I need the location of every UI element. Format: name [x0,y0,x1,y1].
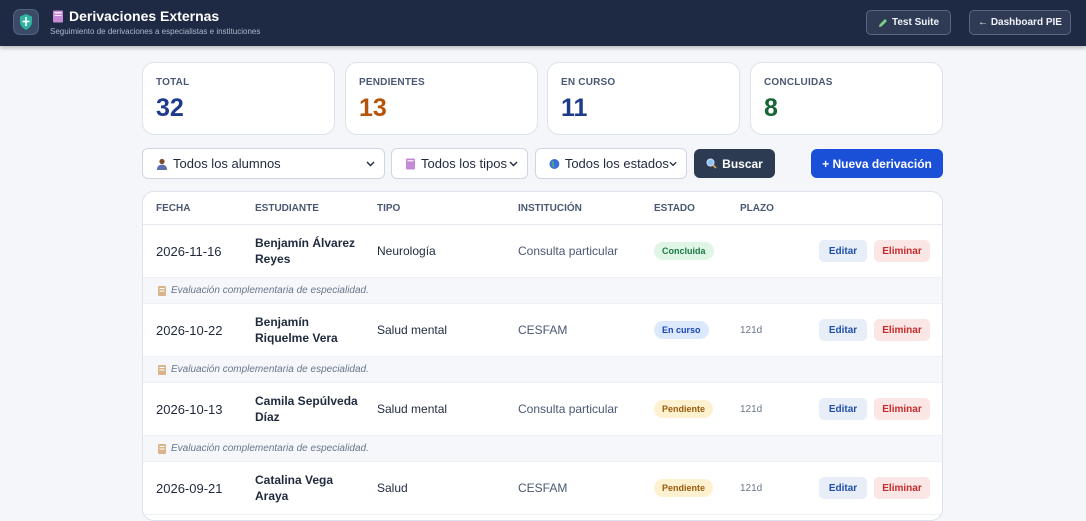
cell-fecha: 2026-10-22 [156,323,223,338]
row-note-text: Evaluación complementaria de especialida… [171,443,369,454]
clipboard-icon [158,365,166,375]
row-note: Evaluación complementaria de especialida… [143,278,942,304]
clipboard-icon [158,286,166,296]
clipboard-icon [158,444,166,454]
header-estudiante: ESTUDIANTE [255,203,319,214]
cell-tipo: Salud [377,481,408,495]
book-icon [53,10,63,22]
table-row: 2026-09-21 Catalina Vega Araya Salud CES… [143,462,942,515]
stat-card-concluidas: CONCLUIDAS 8 [750,62,943,135]
header-institucion: INSTITUCIÓN [518,203,582,214]
dashboard-pie-label: ← Dashboard PIE [978,17,1062,28]
delete-button[interactable]: Eliminar [874,240,930,262]
stat-card-total: TOTAL 32 [142,62,335,135]
edit-button[interactable]: Editar [819,240,867,262]
stat-value: 13 [359,94,387,122]
row-note-text: Evaluación complementaria de especialida… [171,364,369,375]
stat-value: 32 [156,94,184,122]
tipos-select-value: Todos los tipos [421,156,507,171]
header-estado: ESTADO [654,203,695,214]
shield-icon [20,14,32,30]
delete-button[interactable]: Eliminar [874,398,930,420]
stat-value: 8 [764,94,778,122]
table-row: 2026-10-13 Camila Sepúlveda Díaz Salud m… [143,383,942,436]
cell-estudiante: Catalina Vega Araya [255,473,334,503]
cell-estudiante: Camila Sepúlveda Díaz [255,394,358,424]
stat-label: TOTAL [156,77,190,88]
cell-estudiante: Benjamín Riquelme Vera [255,315,338,345]
cell-institucion: CESFAM [518,323,568,337]
test-suite-button[interactable]: Test Suite [866,10,951,35]
stat-label: PENDIENTES [359,77,425,88]
cell-plazo: 121d [740,483,763,494]
header-plazo: PLAZO [740,203,774,214]
chevron-down-icon [509,161,518,166]
alumnos-select-value: Todos los alumnos [173,156,281,171]
search-button[interactable]: Buscar [694,149,775,178]
cell-estudiante: Benjamín Álvarez Reyes [255,236,356,266]
page-title: Derivaciones Externas [52,8,260,24]
cell-fecha: 2026-10-13 [156,402,223,417]
chevron-down-icon [366,161,375,166]
title-block: Derivaciones Externas Seguimiento de der… [50,8,261,36]
header-fecha: FECHA [156,203,191,214]
page-title-text: Derivaciones Externas [69,8,220,24]
search-icon [706,158,717,169]
edit-button[interactable]: Editar [819,319,867,341]
delete-button[interactable]: Eliminar [874,477,930,499]
delete-button[interactable]: Eliminar [874,319,930,341]
dashboard-pie-button[interactable]: ← Dashboard PIE [969,10,1071,35]
pencil-icon [878,18,887,27]
table-header: FECHA ESTUDIANTE TIPO INSTITUCIÓN ESTADO… [143,192,942,225]
edit-button[interactable]: Editar [819,477,867,499]
row-note: Evaluación complementaria de especialida… [143,357,942,383]
person-icon [157,158,167,170]
edit-button[interactable]: Editar [819,398,867,420]
derivaciones-table: FECHA ESTUDIANTE TIPO INSTITUCIÓN ESTADO… [142,191,943,521]
app-logo [13,9,39,35]
cell-tipo: Salud mental [377,323,448,337]
chevron-down-icon [669,161,677,166]
cell-fecha: 2026-11-16 [156,244,222,259]
stat-label: EN CURSO [561,77,616,88]
estados-select[interactable]: Todos los estados [535,148,687,179]
tipos-select[interactable]: Todos los tipos [391,148,528,179]
stat-card-en-curso: EN CURSO 11 [547,62,740,135]
search-button-label: Buscar [722,156,763,171]
cell-institucion: Consulta particular [518,402,619,416]
status-badge: Pendiente [654,479,714,497]
book-icon [406,158,415,169]
top-bar: Derivaciones Externas Seguimiento de der… [0,0,1086,46]
stat-label: CONCLUIDAS [764,77,833,88]
table-row: 2026-10-22 Benjamín Riquelme Vera Salud … [143,304,942,357]
cell-institucion: CESFAM [518,481,568,495]
test-suite-label: Test Suite [891,17,940,28]
row-note: Evaluación complementaria de especialida… [143,436,942,462]
stat-value: 11 [561,94,588,122]
table-row: 2026-11-16 Benjamín Álvarez Reyes Neurol… [143,225,942,278]
estados-select-value: Todos los estados [564,156,669,171]
header-tipo: TIPO [377,203,401,214]
status-badge: Pendiente [654,400,714,418]
cell-plazo: 121d [740,404,763,415]
cell-tipo: Salud mental [377,402,448,416]
stat-card-pendientes: PENDIENTES 13 [345,62,538,135]
status-badge: Concluida [654,242,714,260]
cell-tipo: Neurología [377,244,436,258]
nueva-derivacion-button[interactable]: + Nueva derivación [811,149,943,178]
alumnos-select[interactable]: Todos los alumnos [142,148,385,179]
globe-icon [549,158,560,169]
status-badge: En curso [654,321,709,339]
cell-fecha: 2026-09-21 [156,481,223,496]
cell-institucion: Consulta particular [518,244,619,258]
page-subtitle: Seguimiento de derivaciones a especialis… [50,27,261,36]
row-note-text: Evaluación complementaria de especialida… [171,285,369,296]
cell-plazo: 121d [740,325,763,336]
